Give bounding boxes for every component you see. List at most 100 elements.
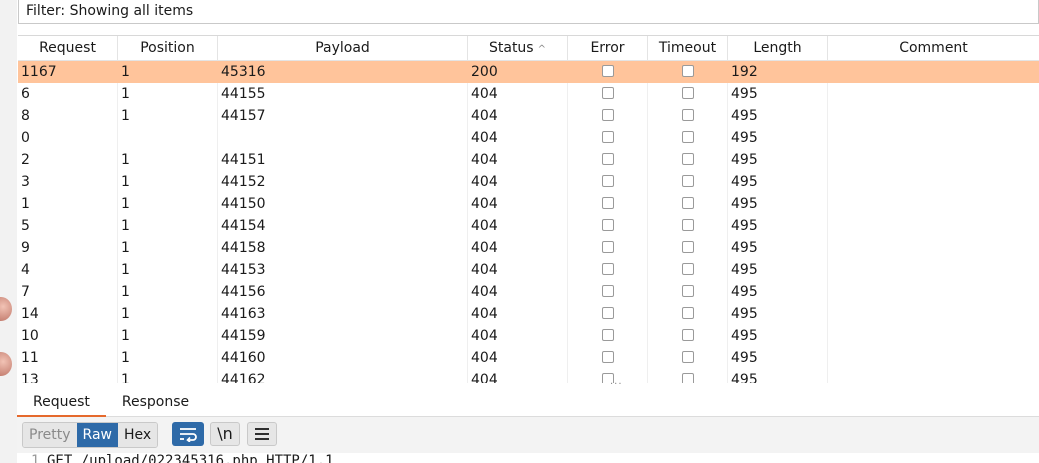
cell-error [568,347,648,369]
cell-length: 495 [728,83,828,105]
timeout-checkbox[interactable] [681,64,694,77]
table-row[interactable]: 9 1 44158 404 495 [18,237,1039,259]
error-checkbox[interactable] [601,152,614,165]
cell-status: 404 [468,127,568,149]
error-checkbox[interactable] [601,306,614,319]
cell-status: 404 [468,259,568,281]
error-checkbox[interactable] [601,328,614,341]
error-checkbox[interactable] [601,64,614,77]
error-checkbox[interactable] [601,86,614,99]
cell-request: 5 [18,215,118,237]
error-checkbox[interactable] [601,350,614,363]
table-row[interactable]: 3 1 44152 404 495 [18,171,1039,193]
timeout-checkbox[interactable] [681,108,694,121]
cell-request: 6 [18,83,118,105]
timeout-checkbox[interactable] [681,196,694,209]
cell-position: 1 [118,193,218,215]
timeout-checkbox[interactable] [681,152,694,165]
timeout-checkbox[interactable] [681,372,694,383]
timeout-checkbox[interactable] [681,262,694,275]
table-row[interactable]: 0 404 495 [18,127,1039,149]
show-newlines-button[interactable]: \n [210,422,240,446]
column-header-error[interactable]: Error [568,36,648,60]
cell-timeout [648,303,728,325]
cell-position: 1 [118,303,218,325]
view-mode-selector: Pretty Raw Hex [22,422,159,448]
table-row[interactable]: 11 1 44160 404 495 [18,347,1039,369]
avatar-icon [0,352,12,376]
cell-timeout [648,237,728,259]
hex-button[interactable]: Hex [117,423,158,447]
error-checkbox[interactable] [601,284,614,297]
error-checkbox[interactable] [601,174,614,187]
column-header-comment[interactable]: Comment [828,36,1039,60]
timeout-checkbox[interactable] [681,306,694,319]
table-row[interactable]: 13 1 44162 404 495 [18,369,1039,383]
cell-error [568,259,648,281]
timeout-checkbox[interactable] [681,240,694,253]
table-row[interactable]: 7 1 44156 404 495 [18,281,1039,303]
table-row[interactable]: 5 1 44154 404 495 [18,215,1039,237]
cell-error [568,105,648,127]
column-header-request[interactable]: Request [18,36,118,60]
cell-request: 4 [18,259,118,281]
cell-request: 13 [18,369,118,383]
cell-request: 1 [18,193,118,215]
timeout-checkbox[interactable] [681,328,694,341]
cell-payload: 44154 [218,215,468,237]
cell-length: 495 [728,105,828,127]
raw-button[interactable]: Raw [76,423,118,447]
cell-comment [828,237,1039,259]
splitter-handle[interactable]: ··· [610,380,623,390]
cell-position: 1 [118,325,218,347]
error-checkbox[interactable] [601,108,614,121]
timeout-checkbox[interactable] [681,130,694,143]
error-checkbox[interactable] [601,262,614,275]
cell-timeout [648,215,728,237]
column-header-status[interactable]: Status ^ [468,36,568,60]
tab-request[interactable]: Request [17,390,106,417]
error-checkbox[interactable] [601,218,614,231]
table-row[interactable]: 6 1 44155 404 495 [18,83,1039,105]
table-row[interactable]: 1 1 44150 404 495 [18,193,1039,215]
cell-timeout [648,259,728,281]
cell-length: 495 [728,215,828,237]
cell-payload [218,127,468,149]
request-editor[interactable]: 1 GET /upload/022345316.php HTTP/1.1 [17,453,1039,463]
column-header-payload[interactable]: Payload [218,36,468,60]
tab-response[interactable]: Response [106,390,205,417]
cell-payload: 44152 [218,171,468,193]
cell-request: 1167 [18,61,118,83]
error-checkbox[interactable] [601,196,614,209]
error-checkbox[interactable] [601,240,614,253]
results-table: Request Position Payload Status ^ Error T… [18,35,1039,383]
timeout-checkbox[interactable] [681,218,694,231]
cell-length: 192 [728,61,828,83]
timeout-checkbox[interactable] [681,350,694,363]
options-menu-button[interactable] [247,422,277,446]
cell-error [568,369,648,383]
column-header-position[interactable]: Position [118,36,218,60]
table-row[interactable]: 2 1 44151 404 495 [18,149,1039,171]
table-row[interactable]: 1167 1 45316 200 192 [18,61,1039,83]
table-row[interactable]: 10 1 44159 404 495 [18,325,1039,347]
timeout-checkbox[interactable] [681,284,694,297]
table-row[interactable]: 14 1 44163 404 495 [18,303,1039,325]
column-header-timeout[interactable]: Timeout [648,36,728,60]
line-number: 1 [31,453,40,463]
table-row[interactable]: 4 1 44153 404 495 [18,259,1039,281]
pretty-button[interactable]: Pretty [23,423,77,447]
cell-timeout [648,171,728,193]
column-header-length[interactable]: Length [728,36,828,60]
filter-bar[interactable]: Filter: Showing all items [18,0,1039,24]
table-row[interactable]: 8 1 44157 404 495 [18,105,1039,127]
cell-error [568,237,648,259]
timeout-checkbox[interactable] [681,86,694,99]
cell-position: 1 [118,171,218,193]
cell-payload: 44155 [218,83,468,105]
cell-position: 1 [118,83,218,105]
error-checkbox[interactable] [601,130,614,143]
cell-payload: 44162 [218,369,468,383]
word-wrap-button[interactable] [172,422,204,446]
timeout-checkbox[interactable] [681,174,694,187]
